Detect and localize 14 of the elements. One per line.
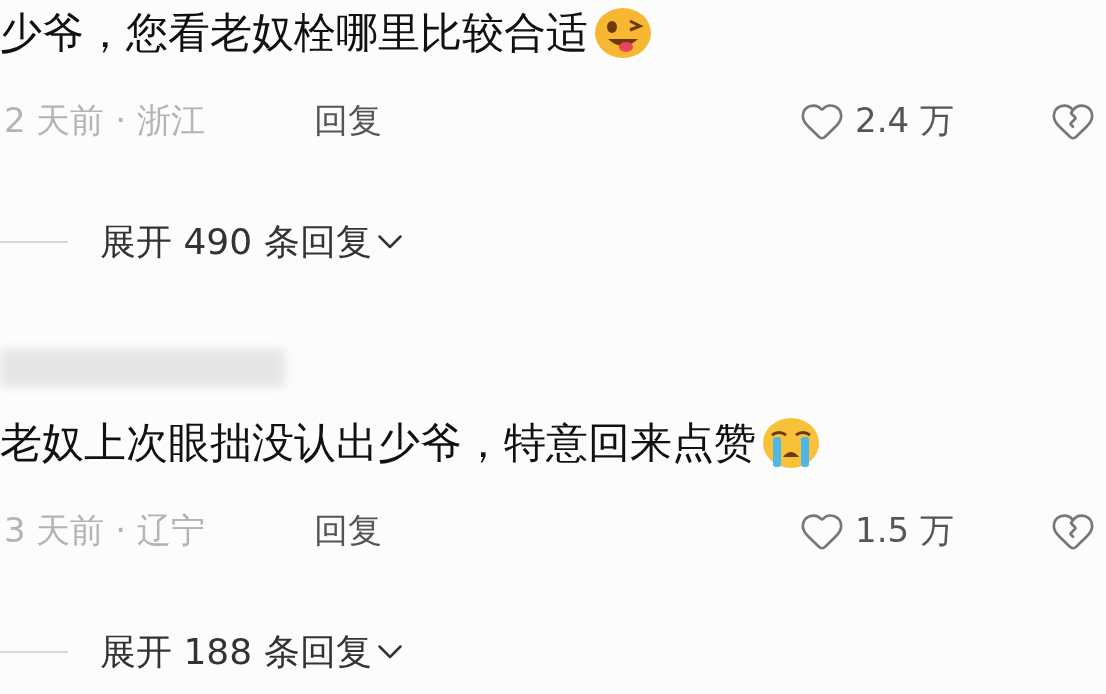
- reply-link[interactable]: 回复: [314, 98, 382, 144]
- chevron-down-icon: [377, 235, 402, 249]
- comment-meta: 2 天前 · 浙江: [3, 99, 206, 142]
- like-count: 1.5 万: [855, 509, 954, 552]
- comment-meta: 3 天前 · 辽宁: [3, 509, 206, 552]
- crying-emoji-icon: [762, 417, 820, 469]
- comment-text: 老奴上次眼拙没认出少爷，特意回来点赞: [0, 417, 756, 469]
- chevron-down-icon: [377, 645, 402, 659]
- expand-replies-link[interactable]: 展开 188 条回复: [100, 627, 402, 677]
- reply-link[interactable]: 回复: [314, 508, 382, 554]
- expand-replies-link[interactable]: 展开 490 条回复: [100, 217, 402, 267]
- like-count: 2.4 万: [855, 99, 954, 142]
- winking-emoji-icon: [594, 7, 652, 59]
- comment-text: 少爷，您看老奴栓哪里比较合适: [0, 7, 588, 59]
